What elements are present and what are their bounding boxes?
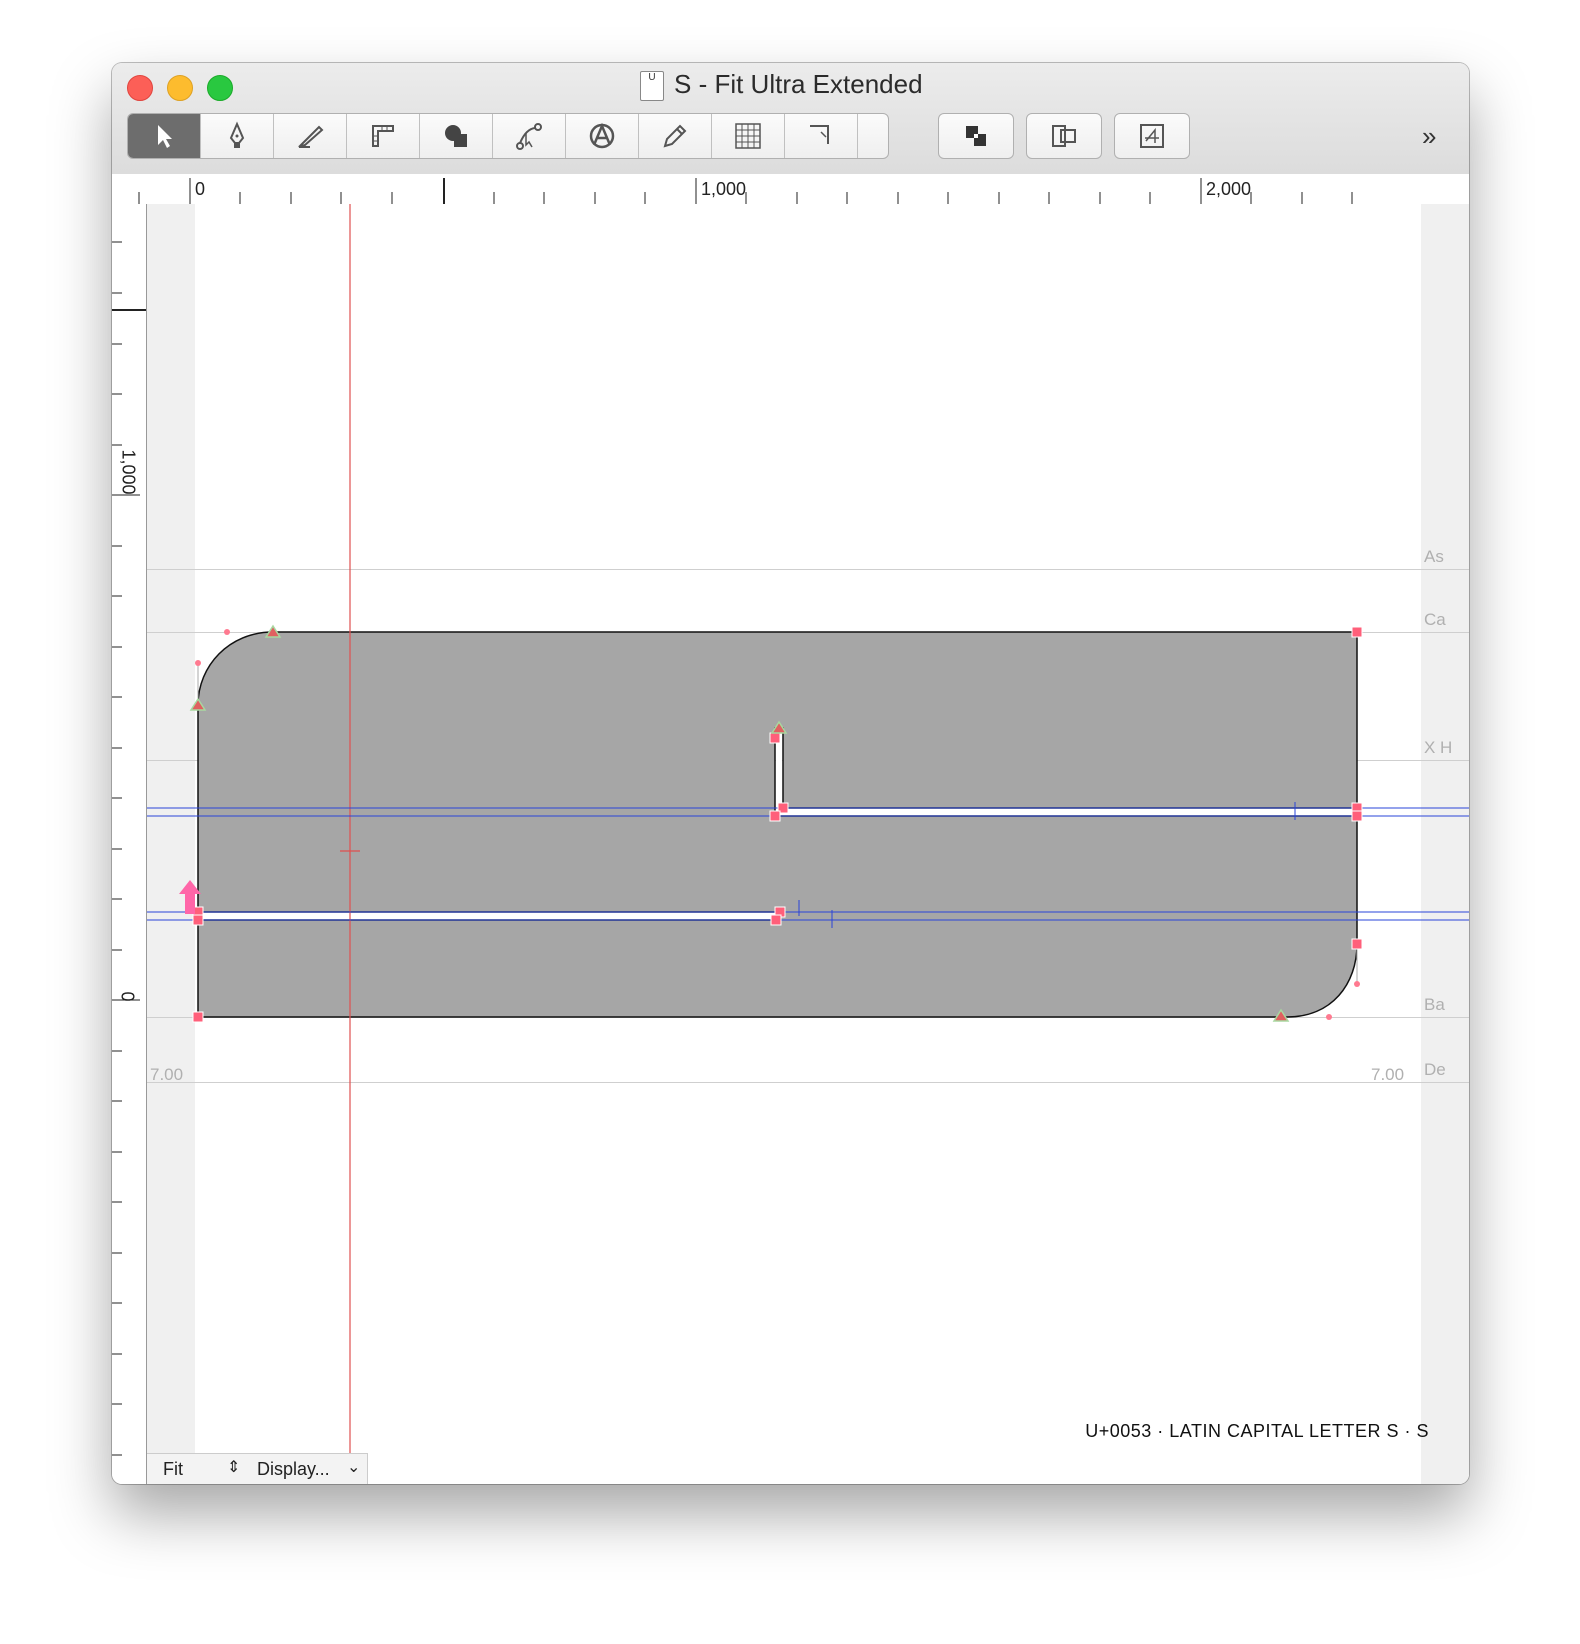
off-curve-point[interactable]	[1354, 981, 1360, 987]
toolbar-overflow-icon[interactable]: »	[1422, 121, 1436, 152]
zoom-stepper-icon[interactable]: ⇕	[227, 1457, 240, 1477]
node-square[interactable]	[770, 914, 782, 926]
ruler-label-v0: 0	[117, 991, 138, 1002]
pen-icon	[229, 121, 245, 148]
knife-tool[interactable]	[274, 114, 347, 158]
node-square[interactable]	[1351, 626, 1363, 638]
corner-icon	[810, 125, 829, 144]
zoom-button[interactable]	[207, 75, 233, 101]
overlap-button[interactable]	[938, 113, 1014, 159]
off-curve-point[interactable]	[224, 629, 230, 635]
arrow-icon	[158, 125, 172, 148]
node-square[interactable]	[192, 914, 204, 926]
glyph-outline[interactable]	[147, 204, 1469, 1484]
close-button[interactable]	[127, 75, 153, 101]
ruler-label-0: 0	[195, 179, 206, 199]
overlap-icon	[966, 126, 986, 146]
ruler-label-v1000: 1,000	[118, 449, 139, 495]
window-title: S - Fit Ultra Extended	[674, 69, 923, 99]
horizontal-ruler: 0 1,000 2,000	[112, 174, 1469, 205]
node-square[interactable]	[192, 1011, 204, 1023]
measure-tool[interactable]	[347, 114, 420, 158]
bottom-bar: Fit ⇕ Display... ⌄	[147, 1453, 368, 1484]
zoom-select[interactable]: Fit	[163, 1459, 183, 1480]
node-square[interactable]	[769, 732, 781, 744]
grid-icon	[735, 123, 761, 149]
anchor-tool[interactable]	[566, 114, 639, 158]
glyph-canvas[interactable]: As Ca X H Ba De 7.00 7.00 U+0053 · LATIN…	[147, 204, 1469, 1484]
components-icon	[1052, 125, 1076, 147]
minimize-button[interactable]	[167, 75, 193, 101]
ruler-label-1000: 1,000	[701, 179, 747, 199]
upper-counter	[784, 809, 1356, 815]
selection-tool[interactable]	[128, 114, 201, 158]
document-icon: U	[640, 71, 664, 101]
shapes-tool[interactable]	[420, 114, 493, 158]
pen-tool[interactable]	[201, 114, 274, 158]
node-square[interactable]	[769, 810, 781, 822]
node-square[interactable]	[1351, 938, 1363, 950]
glyph-window: U S - Fit Ultra Extended » 0 1,000 2,000…	[112, 63, 1469, 1484]
off-curve-point[interactable]	[195, 660, 201, 666]
display-menu[interactable]: Display...	[257, 1459, 330, 1480]
tool-group	[127, 113, 889, 159]
components-button[interactable]	[1026, 113, 1102, 159]
shapes-icon	[445, 125, 467, 147]
off-curve-point[interactable]	[1326, 1014, 1332, 1020]
pencil-icon	[663, 124, 687, 148]
document-icon-label: U	[648, 72, 656, 83]
corner-tool[interactable]	[785, 114, 858, 158]
chevron-down-icon[interactable]: ⌄	[347, 1457, 360, 1477]
titlebar: U S - Fit Ultra Extended »	[112, 63, 1469, 175]
pencil-tool[interactable]	[639, 114, 712, 158]
horizontal-ruler-ticks	[138, 178, 1353, 204]
glyph-shape[interactable]	[197, 631, 1358, 1018]
vertical-ruler-ticks	[112, 241, 146, 1456]
vertical-ruler: 1,000 0	[112, 204, 147, 1484]
ruler-label-2000: 2,000	[1206, 179, 1252, 199]
nodes-icon	[516, 123, 542, 150]
preview-button[interactable]	[1114, 113, 1190, 159]
anchor-icon	[589, 122, 615, 149]
preview-icon	[1140, 124, 1164, 148]
ruler-icon	[372, 125, 394, 147]
grid-tool[interactable]	[712, 114, 785, 158]
node-square[interactable]	[1351, 810, 1363, 822]
unicode-info-label: U+0053 · LATIN CAPITAL LETTER S · S	[1085, 1421, 1429, 1441]
nodes-tool[interactable]	[493, 114, 566, 158]
lower-counter	[199, 913, 779, 919]
knife-icon	[298, 125, 324, 148]
